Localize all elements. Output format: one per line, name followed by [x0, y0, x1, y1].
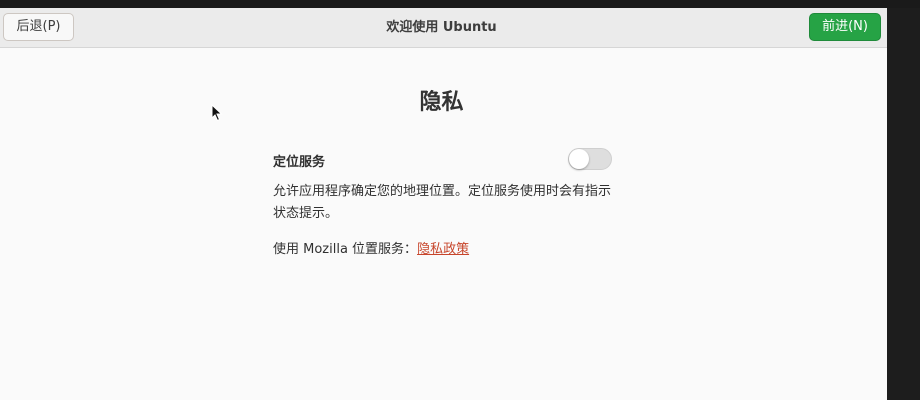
header-bar: 后退(P) 欢迎使用 Ubuntu 前进(N) — [0, 8, 887, 48]
window-title: 欢迎使用 Ubuntu — [386, 20, 497, 35]
mouse-pointer-icon — [211, 104, 223, 122]
privacy-policy-link[interactable]: 隐私政策 — [417, 242, 469, 257]
location-services-toggle[interactable] — [568, 148, 612, 170]
location-services-description: 允许应用程序确定您的地理位置。定位服务使用时会有指示状态提示。 — [273, 184, 612, 221]
mozilla-location-line: 使用 Mozilla 位置服务：隐私政策 — [273, 238, 469, 257]
location-services-label: 定位服务 — [273, 155, 326, 170]
screen-top-edge — [0, 0, 920, 8]
toggle-knob — [569, 149, 589, 169]
installer-window: 后退(P) 欢迎使用 Ubuntu 前进(N) 隐私 定位服务 允许应用程序确定… — [0, 8, 887, 400]
back-button[interactable]: 后退(P) — [3, 13, 74, 41]
page-title: 隐私 — [419, 90, 464, 115]
next-button[interactable]: 前进(N) — [809, 13, 881, 41]
mozilla-location-text: 使用 Mozilla 位置服务： — [273, 242, 418, 257]
